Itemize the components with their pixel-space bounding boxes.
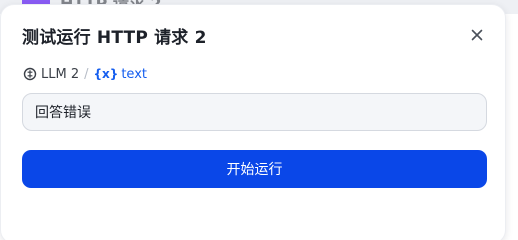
variable-reference: LLM 2 / {x} text <box>23 65 147 83</box>
close-button[interactable] <box>469 27 485 43</box>
variable-name-label: text <box>121 66 147 82</box>
start-run-button[interactable]: 开始运行 <box>22 150 487 188</box>
variable-separator: / <box>84 66 89 82</box>
close-icon <box>471 29 483 41</box>
panel-title: 测试运行 HTTP 请求 2 <box>22 28 207 48</box>
brain-chip-icon <box>23 67 37 81</box>
test-run-panel: 测试运行 HTTP 请求 2 LLM 2 / {x} text 开始运行 <box>0 4 506 240</box>
variable-value-input[interactable] <box>22 93 487 131</box>
variable-node-label: LLM 2 <box>41 66 80 82</box>
variable-icon: {x} <box>93 67 119 81</box>
